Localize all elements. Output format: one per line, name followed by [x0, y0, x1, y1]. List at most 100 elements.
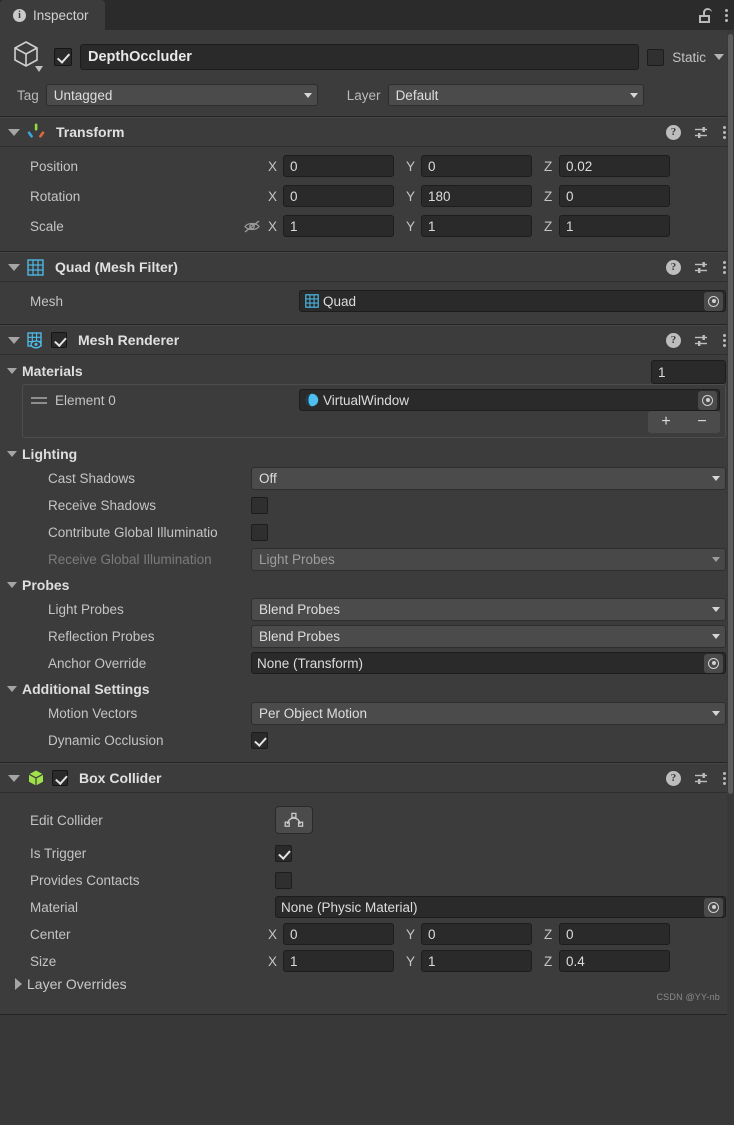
position-z-input[interactable]: 0.02	[559, 155, 670, 177]
add-material-button[interactable]: +	[648, 411, 684, 433]
gameobject-name-input[interactable]: DepthOccluder	[80, 44, 640, 70]
tag-dropdown[interactable]: Untagged	[45, 84, 318, 106]
materials-foldout[interactable]: Materials	[7, 363, 83, 379]
scale-y-input[interactable]: 1	[421, 215, 532, 237]
axis-x-label: X	[268, 188, 278, 204]
tab-inspector[interactable]: i Inspector	[0, 0, 105, 30]
foldout-arrow-icon[interactable]	[8, 128, 20, 136]
remove-material-button[interactable]: −	[684, 411, 720, 433]
materials-list: Element 0 VirtualWindow + −	[22, 384, 726, 438]
cast-shadows-dropdown[interactable]: Off	[251, 466, 726, 490]
help-icon[interactable]: ?	[666, 332, 681, 348]
is-trigger-label: Is Trigger	[30, 845, 87, 861]
kebab-menu-icon[interactable]	[724, 8, 728, 22]
preset-icon[interactable]	[694, 125, 709, 140]
axis-z-label: Z	[544, 926, 553, 942]
axis-y-label: Y	[406, 926, 416, 942]
position-x-input[interactable]: 0	[283, 155, 394, 177]
transform-header[interactable]: Transform ?	[0, 118, 734, 147]
tab-inspector-label: Inspector	[33, 7, 89, 23]
foldout-arrow-icon[interactable]	[8, 263, 20, 271]
center-y-input[interactable]: 0	[421, 923, 532, 945]
mesh-object-field[interactable]: Quad	[299, 290, 726, 312]
help-icon[interactable]: ?	[666, 770, 681, 786]
scale-x-input[interactable]: 1	[283, 215, 394, 237]
lighting-foldout[interactable]: Lighting	[7, 446, 726, 462]
kebab-menu-icon[interactable]	[722, 125, 726, 139]
foldout-arrow-icon	[7, 686, 17, 692]
foldout-arrow-icon[interactable]	[8, 774, 20, 782]
gameobject-tag-layer-row: Tag Untagged Layer Default	[10, 84, 724, 106]
center-x-input[interactable]: 0	[283, 923, 394, 945]
provides-contacts-label: Provides Contacts	[30, 872, 140, 888]
scale-z-input[interactable]: 1	[559, 215, 670, 237]
motion-vectors-dropdown[interactable]: Per Object Motion	[251, 701, 726, 725]
size-x-input[interactable]: 1	[283, 950, 394, 972]
size-z-input[interactable]: 0.4	[559, 950, 670, 972]
kebab-menu-icon[interactable]	[722, 771, 726, 785]
layer-label: Layer	[346, 87, 381, 103]
reflection-probes-dropdown[interactable]: Blend Probes	[251, 624, 726, 648]
mesh-renderer-enabled-checkbox[interactable]	[51, 332, 67, 348]
kebab-menu-icon[interactable]	[722, 333, 726, 347]
cube-gameobject-icon[interactable]	[12, 38, 46, 76]
additional-settings-foldout[interactable]: Additional Settings	[7, 681, 726, 697]
kebab-menu-icon[interactable]	[722, 260, 726, 274]
reflection-probes-value: Blend Probes	[259, 628, 341, 644]
box-collider-header[interactable]: Box Collider ?	[0, 764, 734, 793]
position-vector3: X 0 Y 0 Z 0.02	[268, 155, 726, 177]
help-icon[interactable]: ?	[666, 124, 681, 140]
scrollbar-thumb[interactable]	[728, 34, 733, 794]
transform-header-icons: ?	[666, 124, 726, 140]
static-dropdown-caret-icon[interactable]	[714, 54, 724, 60]
mesh-renderer-header[interactable]: Mesh Renderer ?	[0, 326, 734, 355]
help-icon[interactable]: ?	[666, 259, 681, 275]
size-y-input[interactable]: 1	[421, 950, 532, 972]
chevron-down-icon	[712, 633, 720, 639]
is-trigger-checkbox[interactable]	[275, 844, 292, 862]
edit-collider-button[interactable]	[275, 806, 313, 834]
gameobject-enabled-checkbox[interactable]	[54, 48, 72, 66]
object-picker-icon[interactable]	[704, 653, 723, 673]
object-picker-icon[interactable]	[698, 390, 717, 410]
position-y-input[interactable]: 0	[421, 155, 532, 177]
chevron-down-icon	[303, 92, 312, 98]
layer-dropdown[interactable]: Default	[387, 84, 644, 106]
foldout-arrow-icon[interactable]	[8, 336, 20, 344]
object-picker-icon[interactable]	[704, 897, 723, 917]
foldout-arrow-icon	[7, 582, 17, 588]
axis-z-label: Z	[544, 218, 553, 234]
rotation-z-input[interactable]: 0	[559, 185, 670, 207]
receive-gi-value: Light Probes	[259, 551, 335, 567]
unlocked-padlock-icon[interactable]	[699, 7, 713, 23]
provides-contacts-checkbox[interactable]	[275, 871, 292, 889]
rotation-y-input[interactable]: 180	[421, 185, 532, 207]
box-collider-enabled-checkbox[interactable]	[52, 770, 68, 786]
receive-shadows-row: Receive Shadows	[8, 493, 726, 517]
preset-icon[interactable]	[694, 333, 709, 348]
dynamic-occlusion-checkbox[interactable]	[251, 731, 268, 749]
preset-icon[interactable]	[694, 260, 709, 275]
probes-foldout[interactable]: Probes	[7, 577, 726, 593]
constrain-proportions-off-icon[interactable]	[236, 219, 268, 234]
materials-count-input[interactable]: 1	[651, 360, 726, 384]
center-z-input[interactable]: 0	[559, 923, 670, 945]
vertical-scrollbar[interactable]	[727, 30, 734, 1125]
drag-handle-icon[interactable]	[31, 396, 47, 404]
preset-icon[interactable]	[694, 771, 709, 786]
physic-material-object-field[interactable]: None (Physic Material)	[275, 896, 726, 918]
light-probes-dropdown[interactable]: Blend Probes	[251, 597, 726, 621]
anchor-override-object-field[interactable]: None (Transform)	[251, 652, 726, 674]
lighting-label: Lighting	[22, 446, 78, 462]
rotation-x-input[interactable]: 0	[283, 185, 394, 207]
object-picker-icon[interactable]	[704, 291, 723, 311]
contribute-gi-checkbox[interactable]	[251, 523, 268, 541]
receive-shadows-checkbox[interactable]	[251, 496, 268, 514]
layer-overrides-foldout[interactable]: Layer Overrides	[15, 976, 726, 992]
mesh-filter-header[interactable]: Quad (Mesh Filter) ?	[0, 253, 734, 282]
element-0-object-field[interactable]: VirtualWindow	[299, 389, 720, 411]
cast-shadows-value: Off	[259, 470, 277, 486]
static-checkbox[interactable]	[647, 48, 665, 66]
materials-add-remove-buttons: + −	[648, 411, 720, 433]
foldout-arrow-icon	[15, 978, 22, 990]
